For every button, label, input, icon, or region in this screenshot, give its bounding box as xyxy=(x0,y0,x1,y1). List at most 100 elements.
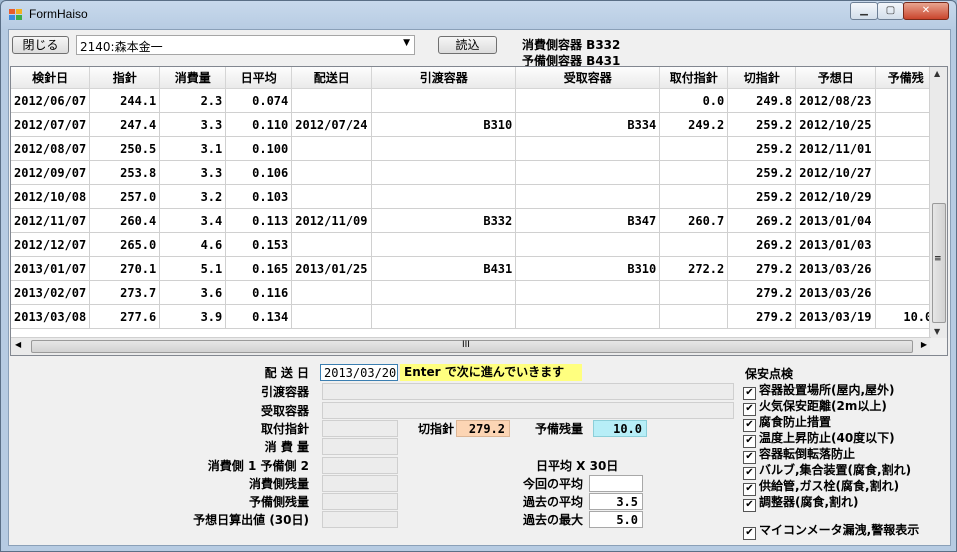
table-cell[interactable]: 0.106 xyxy=(225,160,293,185)
table-cell[interactable] xyxy=(371,280,517,305)
table-cell[interactable]: 279.2 xyxy=(727,256,797,281)
column-header[interactable]: 検針日 xyxy=(11,67,91,89)
table-cell[interactable] xyxy=(515,280,661,305)
table-cell[interactable]: 273.7 xyxy=(89,280,161,305)
table-cell[interactable]: 2012/08/23 xyxy=(795,88,877,113)
table-cell[interactable]: 259.2 xyxy=(727,160,797,185)
table-cell[interactable]: 279.2 xyxy=(727,280,797,305)
table-cell[interactable] xyxy=(371,160,517,185)
column-header[interactable]: 予想日 xyxy=(795,67,877,89)
table-cell[interactable] xyxy=(291,232,373,257)
table-row[interactable]: 2012/08/07 250.5 3.1 0.100 259.2 2012/11/01 xyxy=(11,136,937,161)
table-cell[interactable]: 10.0 xyxy=(875,304,937,329)
table-cell[interactable] xyxy=(875,280,937,305)
table-cell[interactable]: 0.153 xyxy=(225,232,293,257)
table-cell[interactable]: 269.2 xyxy=(727,208,797,233)
customer-select[interactable]: 2140:森本金一 ▼ xyxy=(76,35,415,55)
receive-container-field[interactable] xyxy=(322,402,734,419)
vertical-scroll-thumb[interactable]: ≡ xyxy=(932,203,946,323)
table-cell[interactable]: 3.1 xyxy=(159,136,227,161)
table-cell[interactable] xyxy=(371,232,517,257)
past-max-field[interactable]: 5.0 xyxy=(589,511,643,528)
table-cell[interactable] xyxy=(515,88,661,113)
table-row[interactable]: 2013/03/08 277.6 3.9 0.134 279.2 2013/03/19 10… xyxy=(11,304,937,329)
column-header[interactable]: 指針 xyxy=(89,67,161,89)
safety-checkbox[interactable]: ✔ 調整器(腐食,割れ) xyxy=(743,493,859,512)
chevron-down-icon[interactable]: ▼ xyxy=(403,38,410,48)
consume-remaining-field[interactable] xyxy=(322,475,398,492)
install-reading-field[interactable] xyxy=(322,420,398,437)
table-cell[interactable] xyxy=(291,184,373,209)
checkmark-icon[interactable]: ✔ xyxy=(743,527,756,540)
table-cell[interactable]: B310 xyxy=(371,112,517,137)
table-cell[interactable] xyxy=(515,232,661,257)
scroll-left-icon[interactable]: ◀ xyxy=(15,340,21,349)
table-cell[interactable] xyxy=(371,184,517,209)
table-cell[interactable]: 279.2 xyxy=(727,304,797,329)
table-cell[interactable]: 250.5 xyxy=(89,136,161,161)
scroll-up-icon[interactable]: ▲ xyxy=(934,69,940,78)
table-cell[interactable]: 249.2 xyxy=(659,112,729,137)
table-cell[interactable]: 2012/11/07 xyxy=(11,208,91,233)
column-header[interactable]: 配送日 xyxy=(291,67,373,89)
table-cell[interactable]: 270.1 xyxy=(89,256,161,281)
table-cell[interactable]: 3.3 xyxy=(159,112,227,137)
table-row[interactable]: 2013/01/07 270.1 5.1 0.165 2013/01/25 B431 B31… xyxy=(11,256,937,281)
table-cell[interactable]: B334 xyxy=(515,112,661,137)
table-row[interactable]: 2012/11/07 260.4 3.4 0.113 2012/11/09 B332 B34… xyxy=(11,208,937,233)
table-cell[interactable] xyxy=(659,184,729,209)
table-row[interactable]: 2012/12/07 265.0 4.6 0.153 269.2 2013/01/03 xyxy=(11,232,937,257)
spare-remaining-field[interactable]: 10.0 xyxy=(593,420,647,437)
table-cell[interactable]: 2012/12/07 xyxy=(11,232,91,257)
horizontal-scrollbar[interactable]: ◀ III ▶ xyxy=(11,337,931,355)
table-cell[interactable] xyxy=(515,304,661,329)
scroll-right-icon[interactable]: ▶ xyxy=(921,340,927,349)
consumption-field[interactable] xyxy=(322,438,398,455)
table-cell[interactable] xyxy=(875,136,937,161)
table-row[interactable]: 2012/06/07 244.1 2.3 0.074 0.0 249.8 2012/08/2… xyxy=(11,88,937,113)
table-cell[interactable]: 259.2 xyxy=(727,184,797,209)
table-cell[interactable]: 2013/01/07 xyxy=(11,256,91,281)
table-cell[interactable]: 0.074 xyxy=(225,88,293,113)
table-cell[interactable]: 2013/03/19 xyxy=(795,304,877,329)
table-cell[interactable] xyxy=(659,136,729,161)
table-cell[interactable]: 244.1 xyxy=(89,88,161,113)
column-header[interactable]: 引渡容器 xyxy=(371,67,517,89)
table-cell[interactable]: 0.103 xyxy=(225,184,293,209)
table-cell[interactable]: 0.116 xyxy=(225,280,293,305)
table-cell[interactable]: 2013/03/08 xyxy=(11,304,91,329)
column-header[interactable]: 受取容器 xyxy=(515,67,661,89)
table-cell[interactable]: 3.9 xyxy=(159,304,227,329)
history-grid[interactable]: 検針日 指針 消費量 日平均 配送日 引渡容器 受取容器 取付指針 切指針 予想日 予備残 2012… xyxy=(10,66,948,356)
column-header[interactable]: 予備残 xyxy=(875,67,937,89)
table-cell[interactable]: 2012/10/25 xyxy=(795,112,877,137)
table-cell[interactable] xyxy=(515,136,661,161)
table-cell[interactable]: 257.0 xyxy=(89,184,161,209)
table-cell[interactable]: 2012/11/01 xyxy=(795,136,877,161)
table-cell[interactable]: 260.7 xyxy=(659,208,729,233)
maximize-button[interactable]: ▢ xyxy=(877,2,904,20)
table-cell[interactable]: 259.2 xyxy=(727,136,797,161)
past-average-field[interactable]: 3.5 xyxy=(589,493,643,510)
forecast-field[interactable] xyxy=(322,511,398,528)
table-cell[interactable]: 0.165 xyxy=(225,256,293,281)
ratio-field[interactable] xyxy=(322,457,398,474)
table-cell[interactable] xyxy=(371,88,517,113)
table-cell[interactable]: 2013/02/07 xyxy=(11,280,91,305)
table-cell[interactable] xyxy=(291,136,373,161)
table-cell[interactable] xyxy=(875,232,937,257)
table-row[interactable]: 2013/02/07 273.7 3.6 0.116 279.2 2013/03/26 xyxy=(11,280,937,305)
table-cell[interactable]: 2013/01/04 xyxy=(795,208,877,233)
table-cell[interactable] xyxy=(659,232,729,257)
table-cell[interactable]: 0.100 xyxy=(225,136,293,161)
table-cell[interactable] xyxy=(875,184,937,209)
horizontal-scroll-thumb[interactable]: III xyxy=(31,340,913,353)
cut-reading-field[interactable]: 279.2 xyxy=(456,420,510,437)
table-cell[interactable] xyxy=(875,256,937,281)
current-average-field[interactable] xyxy=(589,475,643,492)
table-cell[interactable]: 3.2 xyxy=(159,184,227,209)
table-cell[interactable]: 0.110 xyxy=(225,112,293,137)
table-cell[interactable] xyxy=(659,304,729,329)
load-button[interactable]: 読込 xyxy=(438,36,497,54)
table-cell[interactable]: 2012/10/08 xyxy=(11,184,91,209)
